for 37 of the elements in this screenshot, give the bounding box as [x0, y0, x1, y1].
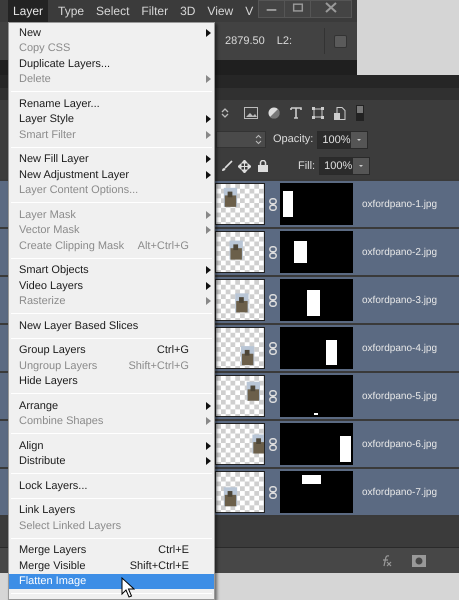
menu-item[interactable]: Layer Style	[9, 112, 214, 127]
menu-item[interactable]: Arrange	[9, 398, 214, 414]
menu-item[interactable]: Hide Layers	[9, 374, 214, 389]
coordinate-value: 2879.50	[225, 34, 265, 49]
layer-name: oxfordpano-6.jpg	[362, 438, 438, 452]
menu-item[interactable]: New	[9, 25, 214, 40]
fill-field[interactable]: 100%	[319, 157, 370, 175]
menu-item[interactable]: Rename Layer...	[9, 96, 214, 112]
menu-item[interactable]: Lock Layers...	[9, 478, 214, 494]
menu-item[interactable]: Link Layers	[9, 502, 214, 518]
menu-title[interactable]: View	[205, 0, 236, 22]
menu-item[interactable]: Align	[9, 438, 214, 454]
fill-label: Fill:	[298, 158, 316, 174]
menu-item[interactable]: Merge Layers Ctrl+E	[9, 542, 214, 558]
opacity-label: Opacity:	[273, 132, 314, 148]
menu-item[interactable]: New Adjustment Layer	[9, 167, 214, 182]
menu-item[interactable]: Group Layers Ctrl+G	[9, 342, 214, 358]
layer-name: oxfordpano-3.jpg	[362, 294, 438, 308]
menu-item[interactable]: Merge Visible Shift+Ctrl+E	[9, 558, 214, 574]
menu-title[interactable]: Filter	[139, 0, 170, 22]
coordinate-label: L2:	[276, 34, 292, 49]
menu-title[interactable]: V	[243, 0, 256, 22]
menu-item[interactable]: Smart Objects	[9, 262, 214, 278]
layer-name: oxfordpano-5.jpg	[362, 390, 438, 404]
opacity-field[interactable]: 100%	[317, 130, 368, 148]
menu-item[interactable]: New Fill Layer	[9, 152, 214, 167]
menu-title[interactable]: 3D	[178, 0, 198, 22]
layer-name: oxfordpano-2.jpg	[362, 246, 438, 260]
menu-item[interactable]: Video Layers	[9, 278, 214, 294]
layer-name: oxfordpano-7.jpg	[362, 486, 438, 500]
menu-title[interactable]: Select	[94, 0, 132, 22]
menu-title[interactable]: Type	[56, 0, 86, 22]
layer-name: oxfordpano-4.jpg	[362, 342, 438, 356]
menu-title[interactable]: Layer	[8, 0, 48, 22]
layer-name: oxfordpano-1.jpg	[362, 198, 438, 212]
menu-item[interactable]: Duplicate Layers...	[9, 56, 214, 72]
menu-item[interactable]: Distribute	[9, 454, 214, 469]
